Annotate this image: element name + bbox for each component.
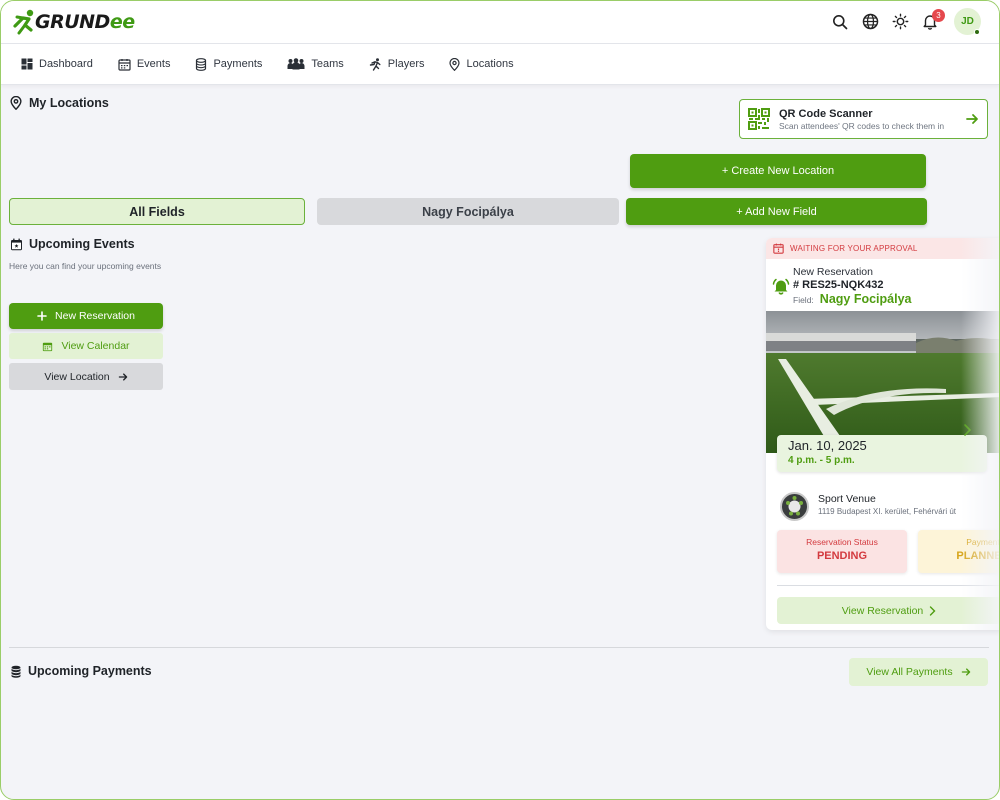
nav-item-dashboard[interactable]: Dashboard <box>21 58 93 70</box>
reservation-field: Field: Nagy Focipálya <box>793 292 912 306</box>
avatar-initials: JD <box>961 16 974 27</box>
card-divider <box>777 585 999 586</box>
bell-icon[interactable]: 3 <box>920 8 945 32</box>
nav-label: Locations <box>466 58 514 70</box>
top-bar: GRUNDee 3 JD <box>1 1 999 44</box>
avatar[interactable]: JD <box>954 8 981 35</box>
approval-banner-text: WAITING FOR YOUR APPROVAL <box>790 244 918 253</box>
calendar-alert-icon <box>773 243 784 254</box>
arrow-right-icon <box>118 372 127 381</box>
nav-item-players[interactable]: Players <box>369 57 425 71</box>
nav-item-events[interactable]: Events <box>118 58 171 71</box>
upcoming-payments-title: Upcoming Payments <box>28 664 152 678</box>
venue-logo-icon <box>782 494 807 519</box>
arrow-right-icon <box>966 114 978 124</box>
payment-status-box: Payment PLANNED <box>918 530 1000 573</box>
new-reservation-button[interactable]: New Reservation <box>9 303 163 329</box>
create-new-location-button[interactable]: + Create New Location <box>630 154 926 188</box>
reservation-time: 4 p.m. - 5 p.m. <box>788 455 855 466</box>
page-title: My Locations <box>10 96 109 110</box>
sun-icon[interactable] <box>890 12 910 32</box>
logo-text: GRUNDee <box>35 11 135 33</box>
calendar-icon <box>43 342 53 351</box>
reservation-type: New Reservation <box>793 266 873 278</box>
nav-item-payments[interactable]: Payments <box>195 57 263 71</box>
nav-label: Teams <box>311 58 344 70</box>
section-divider <box>9 647 989 648</box>
online-status-dot <box>974 29 980 35</box>
nav-label: Dashboard <box>39 58 93 70</box>
view-location-button[interactable]: View Location <box>9 363 163 390</box>
view-location-label: View Location <box>44 370 110 383</box>
upcoming-events-heading: Upcoming Events <box>10 237 135 251</box>
field-label: Field: <box>793 295 814 305</box>
app-frame: GRUNDee 3 JD Dashboard Events Payments T… <box>0 0 1000 800</box>
reservation-status-label: Reservation Status <box>806 537 878 547</box>
venue-name: Sport Venue <box>818 493 876 505</box>
view-all-payments-label: View All Payments <box>866 666 953 678</box>
payment-status-value: PLANNED <box>956 550 999 562</box>
venue-logo <box>780 492 809 521</box>
running-icon <box>369 57 381 71</box>
reservation-date-box: Jan. 10, 2025 4 p.m. - 5 p.m. <box>777 435 987 472</box>
reservation-id: # RES25-NQK432 <box>793 279 884 291</box>
upcoming-payments-heading: Upcoming Payments <box>10 664 152 678</box>
header-actions: 3 JD <box>830 8 981 35</box>
upcoming-events-title: Upcoming Events <box>29 237 135 251</box>
qr-code-scanner-card[interactable]: QR Code Scanner Scan attendees' QR codes… <box>739 99 988 139</box>
view-reservation-label: View Reservation <box>841 604 924 617</box>
chevron-right-icon[interactable] <box>962 423 972 437</box>
approval-banner: WAITING FOR YOUR APPROVAL <box>766 238 999 259</box>
nav-label: Events <box>136 58 171 70</box>
main-nav: Dashboard Events Payments Teams Players … <box>1 44 999 85</box>
location-pin-icon <box>10 96 22 110</box>
field-name: Nagy Focipálya <box>819 292 912 306</box>
reservation-date: Jan. 10, 2025 <box>788 438 867 453</box>
search-icon[interactable] <box>830 12 850 32</box>
notification-count-badge: 3 <box>932 8 945 22</box>
nav-item-teams[interactable]: Teams <box>287 58 344 70</box>
qr-code-icon <box>748 108 770 130</box>
venue-address: 1119 Budapest XI. kerület, Fehérvári út <box>818 507 957 516</box>
coins-icon <box>196 57 207 71</box>
teams-icon <box>287 58 305 70</box>
globe-icon[interactable] <box>860 12 880 32</box>
reservation-status-box: Reservation Status PENDING <box>777 530 907 573</box>
tab-all-fields[interactable]: All Fields <box>9 198 305 225</box>
dashboard-icon <box>21 58 33 70</box>
view-calendar-button[interactable]: View Calendar <box>9 333 163 359</box>
page-title-text: My Locations <box>29 96 109 110</box>
tab-nagy-focipalya[interactable]: Nagy Focipálya <box>317 198 619 225</box>
reservation-card: WAITING FOR YOUR APPROVAL New Reservatio… <box>766 238 1000 630</box>
calendar-star-icon <box>11 238 22 250</box>
chevron-right-icon <box>930 605 936 616</box>
upcoming-events-description: Here you can find your upcoming events <box>9 261 162 271</box>
view-calendar-label: View Calendar <box>61 340 130 352</box>
nav-label: Payments <box>213 58 263 70</box>
view-all-payments-button[interactable]: View All Payments <box>849 658 988 686</box>
new-reservation-label: New Reservation <box>55 310 135 322</box>
nav-item-locations[interactable]: Locations <box>449 57 514 71</box>
plus-icon <box>37 311 47 321</box>
qr-scanner-title: QR Code Scanner <box>779 107 873 120</box>
logo[interactable]: GRUNDee <box>11 7 135 37</box>
coins-icon <box>11 665 21 678</box>
qr-scanner-subtitle: Scan attendees' QR codes to check them i… <box>779 120 945 131</box>
arrow-right-icon <box>961 668 970 676</box>
bell-ringing-icon <box>772 278 790 295</box>
payment-status-label: Payment <box>966 537 1000 547</box>
add-new-field-button[interactable]: + Add New Field <box>626 198 927 225</box>
view-reservation-button[interactable]: View Reservation <box>777 597 999 624</box>
calendar-icon <box>118 58 131 71</box>
nav-label: Players <box>387 58 425 70</box>
reservation-status-value: PENDING <box>816 550 868 562</box>
location-pin-icon <box>449 57 461 71</box>
